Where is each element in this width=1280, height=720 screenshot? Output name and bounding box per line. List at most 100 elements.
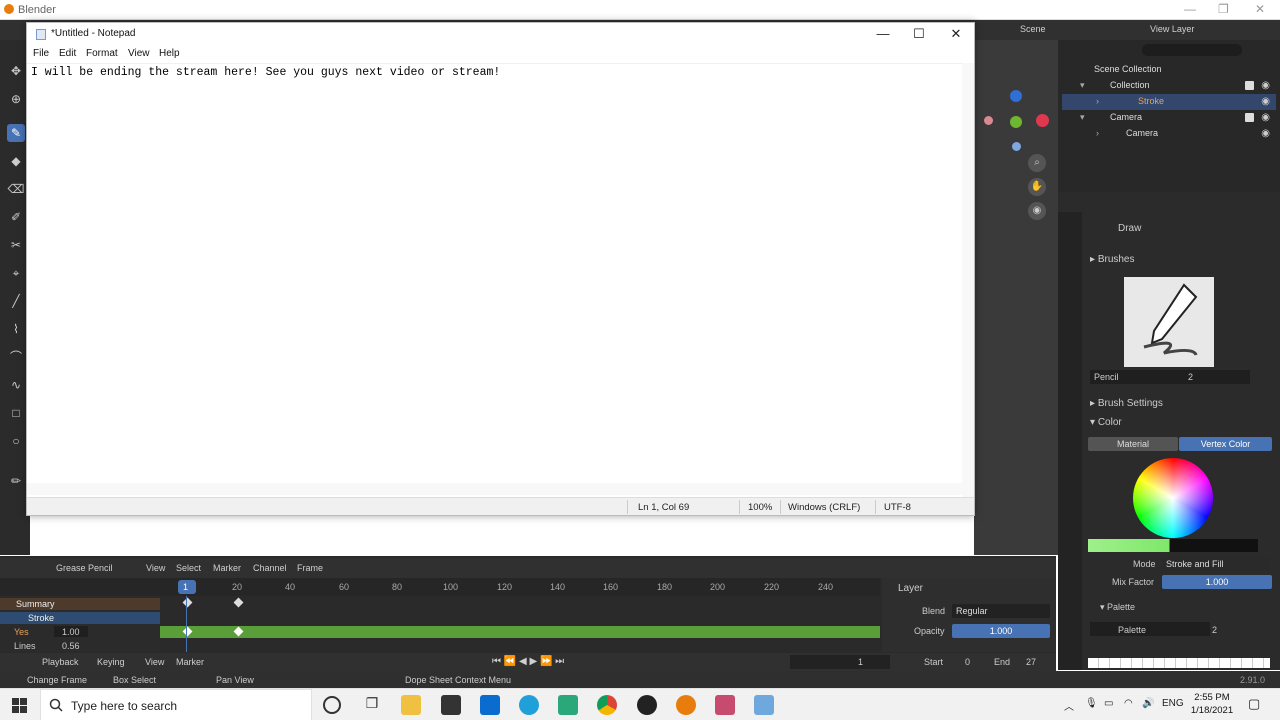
outliner-item-camera-collection[interactable]: ▾ Camera ◉ (1062, 110, 1276, 126)
visibility-eye-icon[interactable]: ◉ (1261, 128, 1270, 139)
notepad-title-bar[interactable]: *Untitled - Notepad — ☐ ✕ (27, 23, 974, 45)
menu-marker[interactable]: Marker (176, 657, 204, 667)
blender-icon[interactable] (676, 695, 696, 715)
current-frame-field[interactable] (790, 655, 890, 669)
minimize-icon[interactable]: — (1184, 2, 1196, 16)
menu-view[interactable]: View (128, 48, 150, 59)
start-value[interactable]: 0 (965, 657, 970, 667)
brushes-section-header[interactable]: ▸ Brushes (1090, 254, 1135, 265)
menu-edit[interactable]: Edit (59, 48, 76, 59)
chrome-icon[interactable] (597, 695, 617, 715)
select-tool-icon[interactable]: ✥ (7, 62, 25, 80)
minimize-icon[interactable]: — (868, 26, 898, 41)
tint-tool-icon[interactable]: ✐ (7, 208, 25, 226)
fill-tool-icon[interactable]: ◆ (7, 152, 25, 170)
playhead-line[interactable] (186, 596, 187, 652)
cutter-tool-icon[interactable]: ✂ (7, 236, 25, 254)
editor-mode-dropdown[interactable]: Grease Pencil (56, 563, 113, 573)
exclude-checkbox[interactable] (1245, 81, 1254, 90)
task-view-icon[interactable]: ❐ (362, 695, 382, 715)
notepad-window[interactable]: *Untitled - Notepad — ☐ ✕ File Edit Form… (26, 22, 975, 516)
curve-tool-icon[interactable]: ∿ (7, 376, 25, 394)
color-value-slider[interactable] (1088, 539, 1258, 552)
material-tab[interactable]: Material (1088, 437, 1178, 451)
gizmo-y-icon[interactable] (1010, 116, 1022, 128)
timeline-ruler[interactable]: 1 20 40 60 80 100 120 140 160 180 200 22… (0, 578, 880, 596)
menu-help[interactable]: Help (159, 48, 180, 59)
start-button[interactable] (0, 689, 40, 720)
line-tool-icon[interactable]: ╱ (7, 292, 25, 310)
obs-icon[interactable] (637, 695, 657, 715)
outliner-search-input[interactable] (1142, 44, 1242, 56)
notifications-icon[interactable]: ▢ (1248, 696, 1260, 712)
keyframe-track-bar[interactable] (160, 626, 880, 638)
visibility-eye-icon[interactable]: ◉ (1261, 112, 1270, 123)
expand-arrow-icon[interactable]: ▾ (1080, 80, 1085, 91)
close-icon[interactable]: ✕ (941, 26, 971, 42)
circle-tool-icon[interactable]: ○ (7, 432, 25, 450)
app-icon[interactable] (558, 695, 578, 715)
menu-view[interactable]: View (146, 563, 165, 573)
edge-icon[interactable] (519, 695, 539, 715)
volume-icon[interactable]: 🔊 (1142, 698, 1154, 709)
exclude-checkbox[interactable] (1245, 113, 1254, 122)
menu-file[interactable]: File (33, 48, 49, 59)
store-icon[interactable] (441, 695, 461, 715)
palette-name-field[interactable] (1090, 622, 1210, 636)
eyedropper-tool-icon[interactable]: ⌖ (7, 264, 25, 282)
playback-controls[interactable]: ⏮ ⏪ ◀ ▶ ⏩ ⏭ (492, 656, 564, 667)
close-icon[interactable]: ✕ (1255, 2, 1265, 16)
notepad-icon[interactable] (754, 695, 774, 715)
menu-format[interactable]: Format (86, 48, 118, 59)
app-icon[interactable] (715, 695, 735, 715)
view-layer-selector[interactable]: View Layer (1150, 24, 1194, 34)
layer-lines-label[interactable]: Lines (14, 641, 36, 651)
expand-arrow-icon[interactable]: › (1096, 128, 1099, 138)
pan-hand-icon[interactable]: ✋ (1028, 178, 1046, 196)
taskbar-search-box[interactable]: Type here to search (40, 689, 312, 720)
horizontal-scrollbar[interactable] (27, 483, 962, 495)
gizmo-z-icon[interactable] (1010, 90, 1022, 102)
expand-arrow-icon[interactable]: › (1096, 96, 1099, 106)
menu-channel[interactable]: Channel (253, 563, 287, 573)
menu-frame[interactable]: Frame (297, 563, 323, 573)
properties-tabs[interactable] (1058, 212, 1082, 670)
taskbar-clock[interactable]: 2:55 PM 1/18/2021 (1186, 691, 1238, 717)
restore-icon[interactable]: ❐ (1218, 2, 1229, 16)
microphone-icon[interactable]: 🎙 (1085, 698, 1098, 709)
notepad-content[interactable]: I will be ending the stream here! See yo… (31, 66, 500, 79)
zoom-icon[interactable]: ⌕ (1028, 154, 1046, 172)
input-language[interactable]: ENG (1162, 698, 1184, 709)
viewport-area[interactable]: ⌕ ✋ ◉ (974, 40, 1058, 555)
polyline-tool-icon[interactable]: ⌇ (7, 320, 25, 338)
blend-dropdown[interactable]: Regular (952, 604, 1050, 618)
end-value[interactable]: 27 (1026, 657, 1036, 667)
menu-keying[interactable]: Keying (97, 657, 125, 667)
annotate-tool-icon[interactable]: ✏ (7, 472, 25, 490)
mail-icon[interactable] (480, 695, 500, 715)
visibility-eye-icon[interactable]: ◉ (1261, 96, 1270, 107)
box-tool-icon[interactable]: □ (7, 404, 25, 422)
menu-view[interactable]: View (145, 657, 164, 667)
wifi-icon[interactable]: ◠ (1124, 698, 1133, 709)
vertical-scrollbar[interactable] (962, 63, 974, 503)
camera-view-icon[interactable]: ◉ (1028, 202, 1046, 220)
mix-factor-slider[interactable]: 1.000 (1162, 575, 1272, 589)
expand-arrow-icon[interactable]: ▾ (1080, 112, 1085, 123)
brush-settings-header[interactable]: ▸ Brush Settings (1090, 398, 1163, 409)
mode-dropdown[interactable]: Stroke and Fill (1162, 557, 1270, 571)
color-section-header[interactable]: ▾ Color (1090, 417, 1122, 428)
outliner-item-camera[interactable]: › Camera ◉ (1062, 126, 1276, 142)
menu-marker[interactable]: Marker (213, 563, 241, 573)
cursor-tool-icon[interactable]: ⊕ (7, 90, 25, 108)
layer-yes-label[interactable]: Yes (14, 627, 29, 637)
arc-tool-icon[interactable]: ⌒ (7, 348, 25, 366)
channel-stroke-row[interactable] (0, 612, 160, 624)
file-explorer-icon[interactable] (401, 695, 421, 715)
maximize-icon[interactable]: ☐ (904, 26, 934, 42)
brush-preview-image[interactable] (1124, 277, 1214, 367)
erase-tool-icon[interactable]: ⌫ (7, 180, 25, 198)
palette-section-header[interactable]: ▾ Palette (1100, 602, 1135, 613)
outliner-scene-collection[interactable]: Scene Collection (1062, 62, 1276, 78)
vertex-color-tab[interactable]: Vertex Color (1179, 437, 1272, 451)
